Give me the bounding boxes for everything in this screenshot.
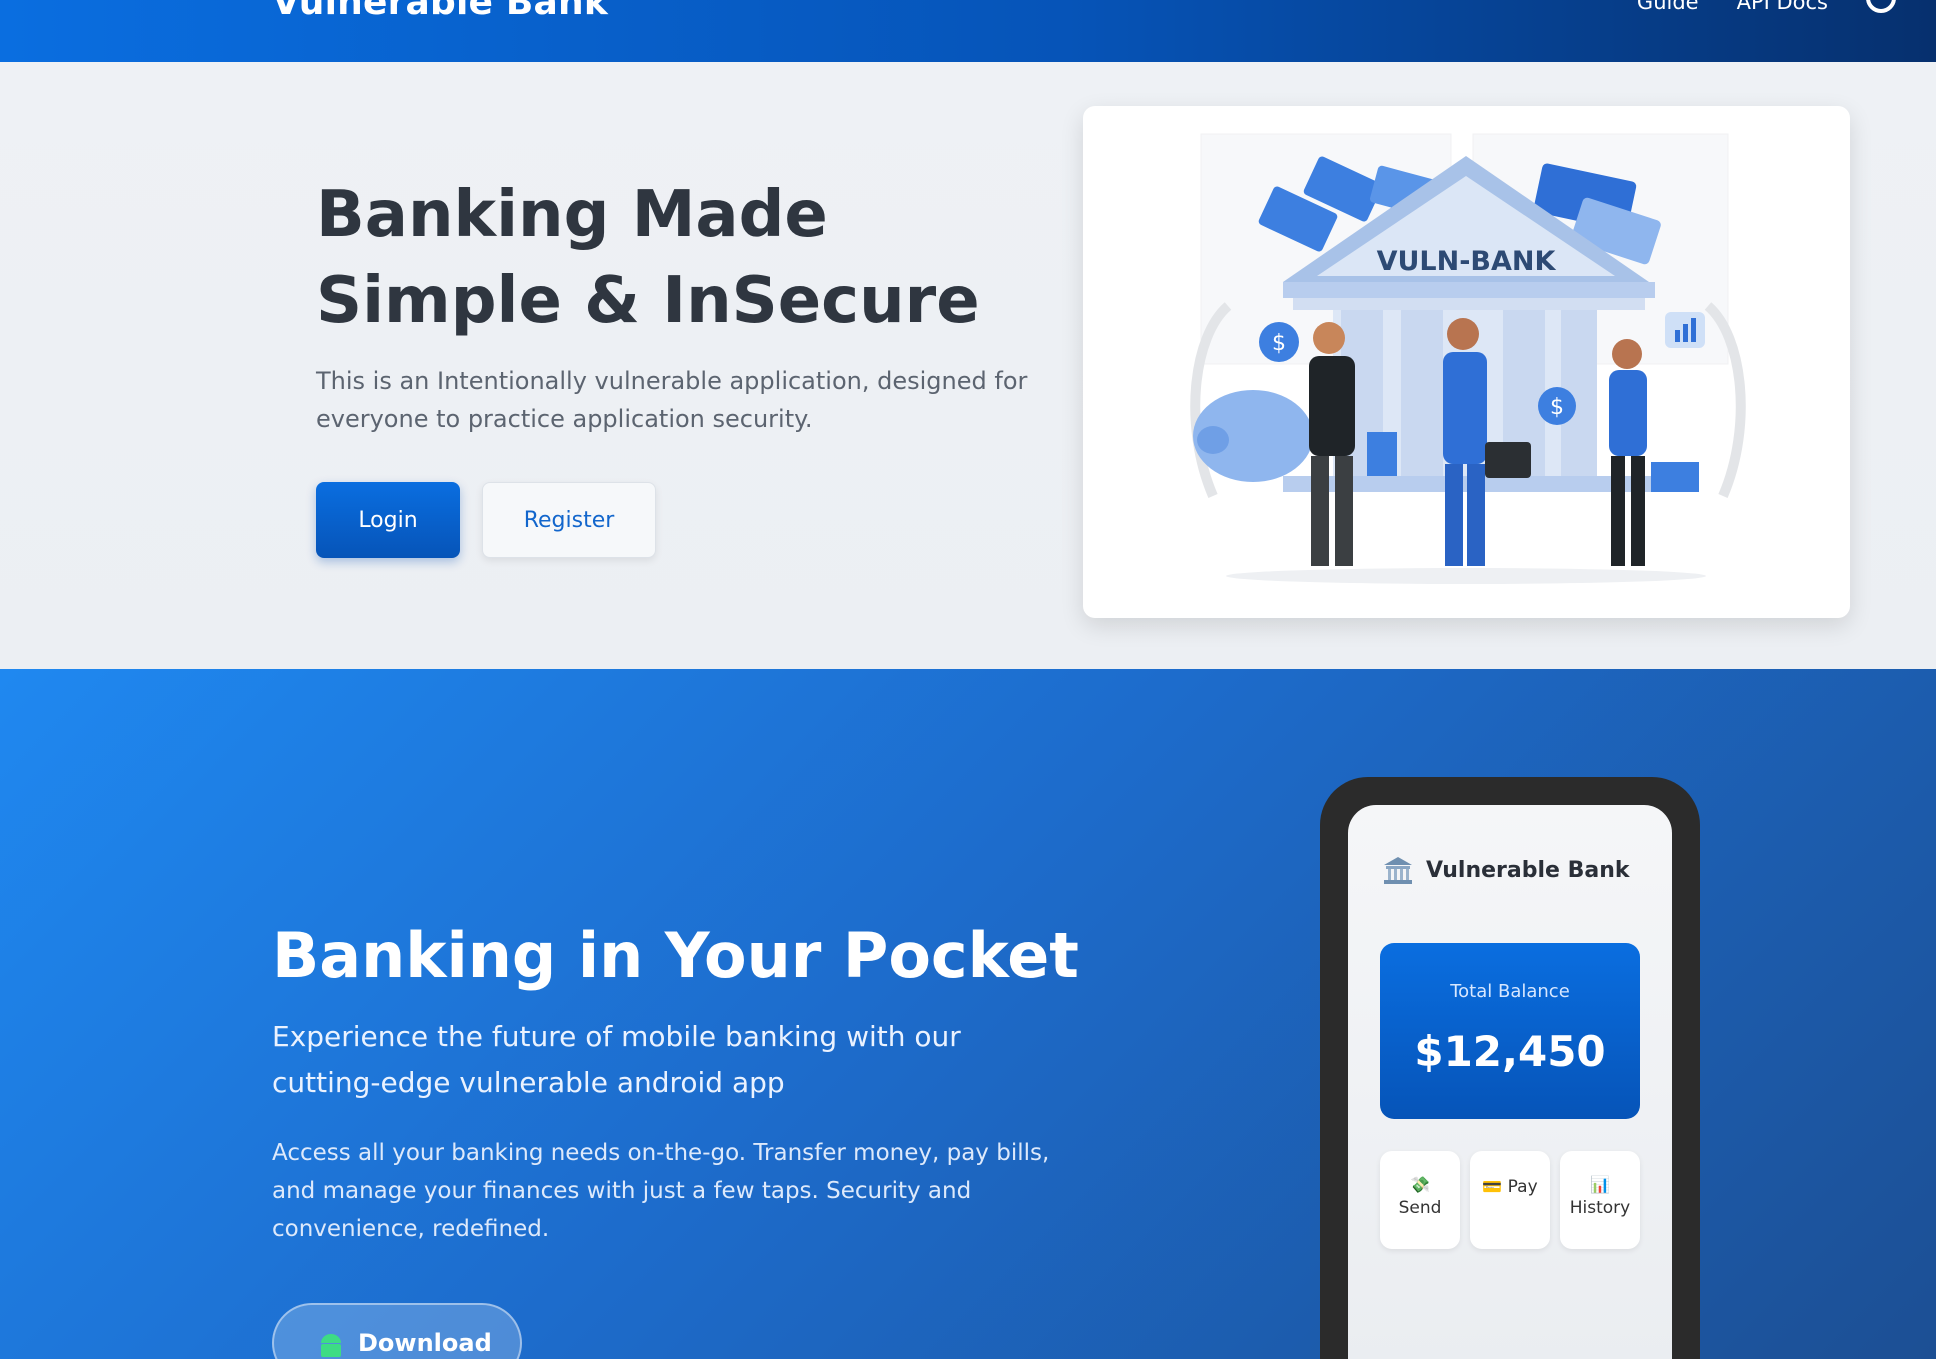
balance-card: Total Balance $12,450 [1380,943,1640,1119]
top-navbar: Vulnerable Bank Guide API Docs [0,0,1936,62]
hero-section: Banking Made Simple & InSecure This is a… [0,62,1936,669]
person-left [1309,322,1355,566]
hero-subtitle: This is an Intentionally vulnerable appl… [316,367,1028,433]
card-icon: 💳 [1482,1177,1503,1196]
money-icon: 💸 [1410,1175,1430,1194]
hero-illustration-card: VULN-BANK $ $ [1083,106,1850,618]
send-label: Send [1398,1198,1442,1218]
login-button[interactable]: Login [316,482,460,558]
android-icon [321,1334,341,1357]
history-label: History [1569,1198,1631,1218]
svg-text:$: $ [1272,331,1286,356]
bank-illustration: VULN-BANK $ $ [1190,133,1746,584]
download-label: Download [358,1329,492,1357]
mobile-section-subtitle: Experience the future of mobile banking … [272,1020,961,1099]
bank-icon [1384,857,1412,884]
app-name: Vulnerable Bank [1426,857,1630,883]
phone-screen: Vulnerable Bank Total Balance $12,450 💸 … [1348,805,1672,1359]
quick-actions: 💸 Send 💳 Pay 📊 History [1380,1151,1640,1249]
brand-logo-text[interactable]: Vulnerable Bank [272,0,608,23]
github-icon[interactable] [1866,0,1896,13]
balance-amount: $12,450 [1414,1027,1606,1076]
register-button[interactable]: Register [482,482,656,558]
mobile-app-section: Banking in Your Pocket Experience the fu… [0,669,1936,1359]
balance-label: Total Balance [1450,981,1570,1002]
send-action-button[interactable]: 💸 Send [1380,1151,1460,1249]
app-header: Vulnerable Bank [1382,855,1630,885]
chart-icon: 📊 [1590,1175,1610,1194]
pay-action-button[interactable]: 💳 Pay [1470,1151,1550,1249]
person-right [1609,339,1647,566]
mobile-section-title: Banking in Your Pocket [272,919,1079,992]
nav-link-guide[interactable]: Guide [1637,0,1699,14]
nav-link-api-docs[interactable]: API Docs [1737,0,1828,14]
mobile-section-description: Access all your banking needs on-the-go.… [272,1140,1050,1242]
nav-links: Guide API Docs [1637,0,1896,14]
hero-title: Banking Made Simple & InSecure [316,178,980,338]
download-button[interactable]: Download [272,1303,522,1359]
history-action-button[interactable]: 📊 History [1560,1151,1640,1249]
svg-text:$: $ [1550,395,1564,420]
pay-label: Pay [1507,1177,1538,1197]
vuln-bank-sign: VULN-BANK [1377,246,1557,277]
phone-mockup: Vulnerable Bank Total Balance $12,450 💸 … [1320,777,1700,1359]
